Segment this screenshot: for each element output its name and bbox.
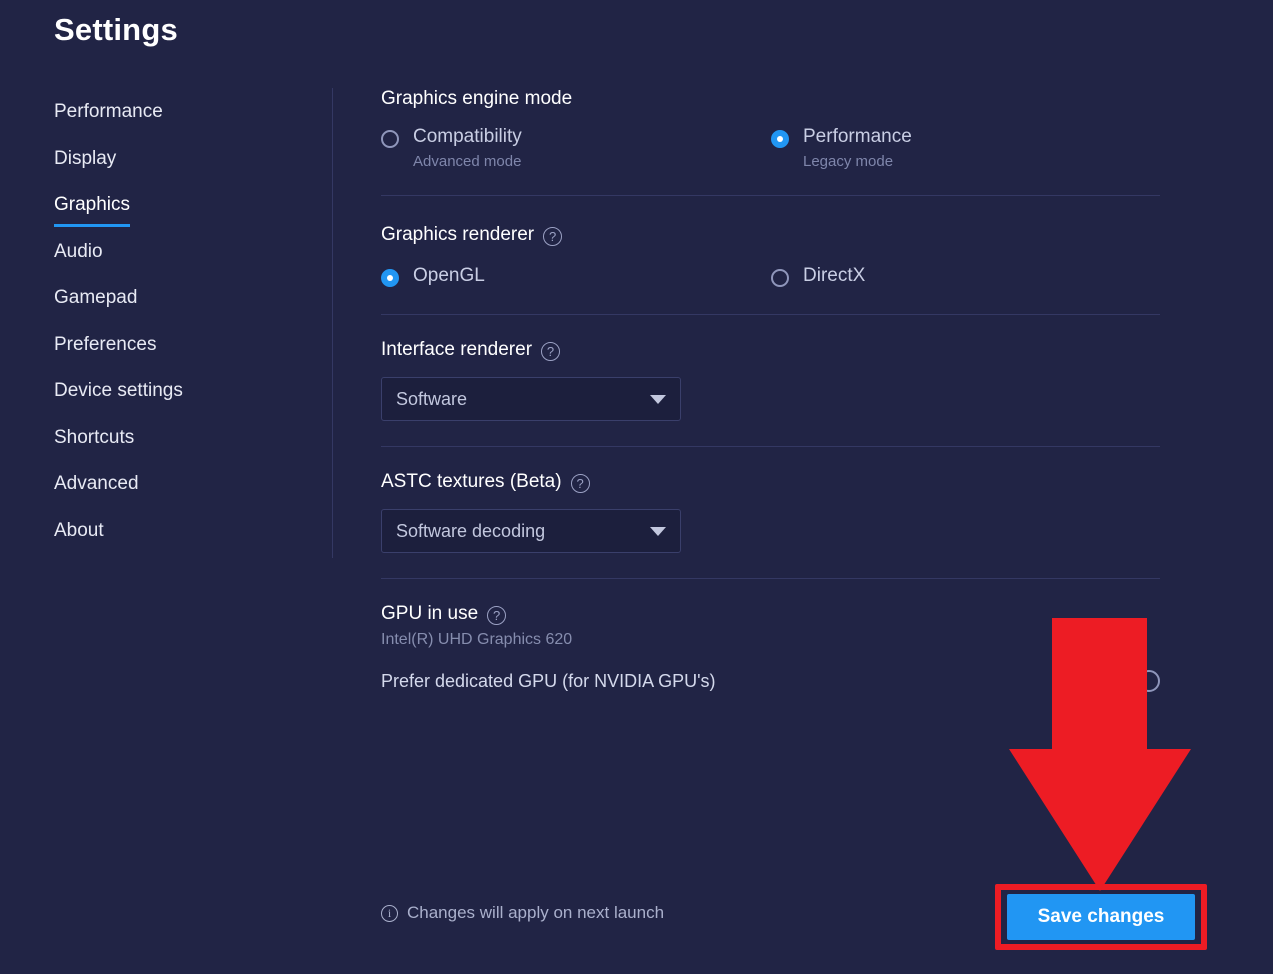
radio-sublabel-performance: Legacy mode [803,153,894,170]
section-title: Graphics engine mode [381,88,1161,110]
section-title-text: GPU in use [381,603,479,624]
section-title-text: Interface renderer [381,339,533,360]
sidebar-item-label: Performance [54,101,163,122]
section-title: ASTC textures (Beta) ? [381,471,1161,493]
interface-renderer-select[interactable]: Software [381,377,681,421]
section-title-text: ASTC textures (Beta) [381,471,562,492]
changes-note: i Changes will apply on next launch [381,903,664,923]
sidebar-item-advanced[interactable]: Advanced [54,468,304,515]
section-divider [381,578,1160,579]
astc-textures-select[interactable]: Software decoding [381,509,681,553]
interface-renderer-value: Software [396,388,468,409]
section-title: GPU in use ? [381,603,1161,625]
radio-option-performance[interactable]: Performance Legacy mode [771,126,1161,170]
info-icon: i [381,904,398,922]
sidebar-item-label: Display [54,147,117,169]
save-changes-button[interactable]: Save changes [1007,894,1195,940]
sidebar-item-preferences[interactable]: Preferences [54,329,304,376]
section-gpu-in-use: GPU in use ? Intel(R) UHD Graphics 620 P… [381,603,1161,692]
radio-button-opengl[interactable] [381,269,399,287]
section-title-text: Graphics engine mode [381,88,573,109]
sidebar-item-label: Graphics [54,189,131,227]
help-icon[interactable]: ? [487,605,507,625]
sidebar-item-label: About [54,519,104,541]
page-title: Settings [54,12,178,47]
settings-content-graphics: Graphics engine mode Compatibility Advan… [381,88,1161,692]
radio-button-performance[interactable] [771,130,789,148]
sidebar-item-graphics[interactable]: Graphics [54,189,304,236]
sidebar-item-audio[interactable]: Audio [54,236,304,283]
section-graphics-renderer: Graphics renderer ? OpenGL DirectX [381,224,1161,287]
radio-sublabel-compatibility: Advanced mode [413,153,522,170]
section-title: Graphics renderer ? [381,224,1161,246]
radio-label-opengl: OpenGL [413,265,485,286]
help-icon[interactable]: ? [541,341,561,361]
settings-sidebar: Performance Display Graphics Audio Gamep… [54,96,304,561]
sidebar-item-performance[interactable]: Performance [54,96,304,143]
sidebar-item-display[interactable]: Display [54,143,304,190]
prefer-dedicated-gpu-label: Prefer dedicated GPU (for NVIDIA GPU's) [381,670,716,691]
sidebar-item-label: Advanced [54,473,139,494]
section-divider [381,446,1160,447]
prefer-dedicated-gpu-row[interactable]: Prefer dedicated GPU (for NVIDIA GPU's) [381,670,1160,692]
sidebar-item-label: Preferences [54,333,157,355]
changes-note-text: Changes will apply on next launch [407,903,665,922]
radio-option-compatibility[interactable]: Compatibility Advanced mode [381,126,771,170]
radio-button-compatibility[interactable] [381,130,399,148]
sidebar-item-about[interactable]: About [54,515,304,562]
prefer-dedicated-gpu-toggle[interactable] [1138,670,1160,692]
help-icon[interactable]: ? [543,226,563,246]
sidebar-item-shortcuts[interactable]: Shortcuts [54,422,304,469]
radio-option-opengl[interactable]: OpenGL [381,265,771,287]
section-interface-renderer: Interface renderer ? Software [381,339,1161,421]
section-title-text: Graphics renderer [381,224,535,245]
radio-button-directx[interactable] [771,269,789,287]
sidebar-item-label: Audio [54,240,103,262]
section-divider [381,314,1160,315]
help-icon[interactable]: ? [570,473,590,493]
sidebar-item-gamepad[interactable]: Gamepad [54,282,304,329]
radio-label-directx: DirectX [803,265,866,286]
sidebar-item-label: Shortcuts [54,426,135,448]
sidebar-item-label: Device settings [54,380,183,401]
radio-label-performance: Performance [803,126,912,147]
sidebar-content-divider [332,88,333,558]
radio-option-directx[interactable]: DirectX [771,265,1161,287]
sidebar-item-label: Gamepad [54,287,138,308]
chevron-down-icon [650,394,666,404]
section-graphics-engine-mode: Graphics engine mode Compatibility Advan… [381,88,1161,170]
section-astc-textures: ASTC textures (Beta) ? Software decoding [381,471,1161,553]
section-title: Interface renderer ? [381,339,1161,361]
astc-textures-value: Software decoding [396,520,546,541]
chevron-down-icon [650,526,666,536]
sidebar-item-device-settings[interactable]: Device settings [54,375,304,422]
radio-label-compatibility: Compatibility [413,126,522,147]
gpu-in-use-value: Intel(R) UHD Graphics 620 [381,631,573,648]
section-divider [381,195,1160,196]
